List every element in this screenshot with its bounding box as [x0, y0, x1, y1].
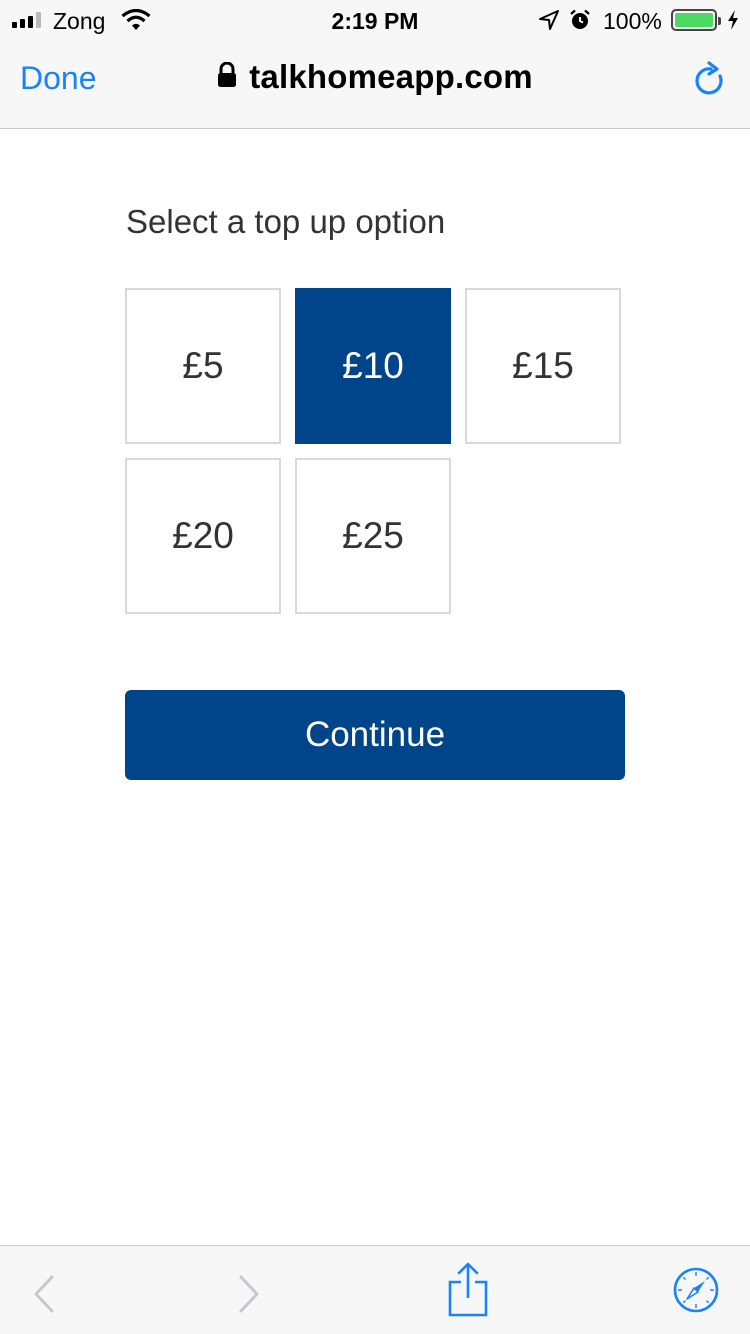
continue-button[interactable]: Continue: [125, 690, 625, 780]
alarm-icon: [568, 8, 592, 38]
lock-icon: [217, 61, 237, 93]
back-icon[interactable]: [30, 1274, 58, 1319]
topup-option-10[interactable]: £10: [295, 288, 451, 444]
battery-icon: [671, 9, 721, 31]
address-bar[interactable]: talkhomeapp.com: [0, 58, 750, 96]
topup-option-label: £10: [342, 345, 404, 386]
screen: Zong 2:19 PM 100% Done talkhomeapp.com S…: [0, 0, 750, 1334]
topup-option-20[interactable]: £20: [125, 458, 281, 614]
topup-option-15[interactable]: £15: [465, 288, 621, 444]
topup-option-label: £15: [512, 345, 574, 386]
topup-option-label: £20: [172, 515, 234, 556]
compass-icon[interactable]: [672, 1266, 720, 1319]
browser-toolbar: [0, 1245, 750, 1334]
browser-nav-bar: Done talkhomeapp.com: [0, 40, 750, 129]
topup-option-label: £25: [342, 515, 404, 556]
location-arrow-icon: [538, 9, 560, 37]
forward-icon[interactable]: [235, 1274, 263, 1319]
reload-icon[interactable]: [693, 61, 729, 106]
url-text: talkhomeapp.com: [249, 58, 533, 95]
topup-option-25[interactable]: £25: [295, 458, 451, 614]
charging-bolt-icon: [726, 9, 740, 37]
share-icon[interactable]: [446, 1262, 490, 1323]
topup-option-label: £5: [182, 345, 224, 386]
battery-percentage: 100%: [603, 8, 662, 34]
topup-option-5[interactable]: £5: [125, 288, 281, 444]
topup-heading: Select a top up option: [126, 203, 446, 240]
status-bar: Zong 2:19 PM 100%: [0, 0, 750, 40]
